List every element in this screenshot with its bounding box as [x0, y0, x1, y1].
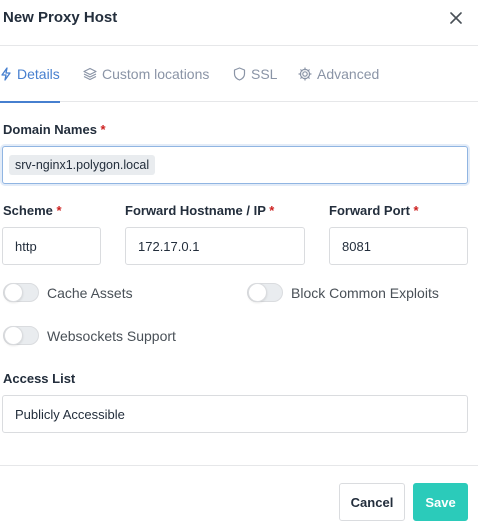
scheme-label: Scheme * [3, 203, 62, 218]
tab-ssl[interactable]: SSL [233, 46, 277, 102]
required-marker: * [100, 122, 106, 137]
forward-hostname-input[interactable]: 172.17.0.1 [125, 227, 305, 265]
block-exploits-label: Block Common Exploits [291, 284, 439, 301]
cancel-button[interactable]: Cancel [339, 483, 405, 521]
save-button[interactable]: Save [413, 483, 468, 521]
scheme-input[interactable]: http [2, 227, 101, 265]
websockets-label: Websockets Support [47, 327, 176, 344]
dialog-footer: Cancel Save [0, 465, 478, 527]
tab-label: Custom locations [102, 66, 210, 82]
required-marker: * [56, 203, 62, 218]
gear-icon [298, 67, 312, 81]
domain-names-label: Domain Names * [3, 122, 106, 137]
required-marker: * [413, 203, 419, 218]
websockets-toggle[interactable]: Websockets Support [3, 326, 176, 345]
block-exploits-toggle[interactable]: Block Common Exploits [247, 283, 439, 302]
required-marker: * [269, 203, 275, 218]
layers-icon [83, 67, 97, 81]
tab-bar: Details Custom locations SSL Advanced [0, 46, 478, 103]
tab-details[interactable]: Details [0, 46, 60, 103]
access-list-label: Access List [3, 371, 76, 386]
dialog-header: New Proxy Host [0, 0, 478, 46]
scheme-label-text: Scheme [3, 203, 53, 218]
forward-port-label: Forward Port * [329, 203, 419, 218]
forward-port-input[interactable]: 8081 [329, 227, 468, 265]
bolt-icon [1, 67, 11, 81]
forward-hostname-value: 172.17.0.1 [138, 238, 200, 254]
tab-custom-locations[interactable]: Custom locations [83, 46, 209, 102]
cache-assets-toggle[interactable]: Cache Assets [3, 283, 133, 302]
shield-icon [233, 67, 246, 81]
forward-hostname-label-text: Forward Hostname / IP [125, 203, 266, 218]
dialog-title: New Proxy Host [3, 9, 118, 26]
domain-names-input[interactable]: srv-nginx1.polygon.local [2, 146, 468, 184]
tab-advanced[interactable]: Advanced [298, 46, 379, 102]
cache-assets-label: Cache Assets [47, 284, 133, 301]
close-icon [450, 12, 462, 24]
tab-label: SSL [251, 66, 278, 82]
close-button[interactable] [444, 6, 468, 30]
tab-label: Details [17, 66, 60, 82]
forward-port-value: 8081 [342, 238, 371, 254]
forward-hostname-label: Forward Hostname / IP * [125, 203, 274, 218]
domain-chip[interactable]: srv-nginx1.polygon.local [9, 155, 156, 175]
toggle-switch[interactable] [3, 326, 39, 345]
access-list-select[interactable]: Publicly Accessible [2, 395, 468, 433]
forward-port-label-text: Forward Port [329, 203, 410, 218]
toggle-switch[interactable] [3, 283, 39, 302]
domain-names-label-text: Domain Names [3, 122, 97, 137]
access-list-value: Publicly Accessible [15, 406, 125, 422]
scheme-value: http [15, 238, 37, 254]
tab-label: Advanced [317, 66, 380, 82]
toggle-switch[interactable] [247, 283, 283, 302]
